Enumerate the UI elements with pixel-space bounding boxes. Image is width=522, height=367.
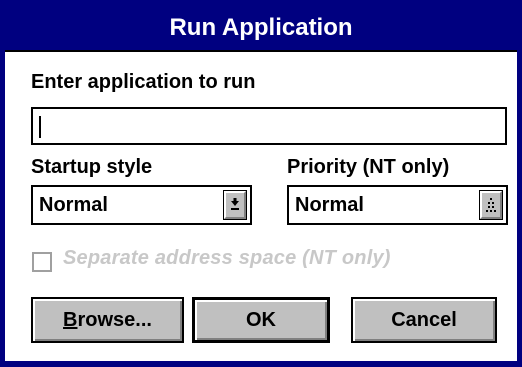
run-application-dialog: Run Application Enter application to run… [0, 0, 522, 367]
separate-address-checkbox[interactable] [32, 252, 52, 272]
spinner-dots-icon[interactable] [479, 190, 503, 220]
cancel-button[interactable]: Cancel [351, 297, 497, 343]
text-caret [39, 116, 41, 138]
startup-style-select[interactable]: Normal [31, 185, 252, 225]
startup-style-value: Normal [39, 193, 108, 216]
dropdown-arrow-icon[interactable] [223, 190, 247, 220]
title-bar[interactable]: Run Application [5, 5, 517, 52]
cancel-label: Cancel [391, 308, 457, 331]
separate-address-label: Separate address space (NT only) [63, 247, 391, 269]
browse-label: rowse... [77, 308, 152, 331]
application-input[interactable] [31, 107, 507, 145]
priority-select[interactable]: Normal [287, 185, 508, 225]
ok-label: OK [246, 308, 276, 331]
browse-mnemonic: B [63, 308, 78, 331]
priority-value: Normal [295, 193, 364, 216]
ok-button[interactable]: OK [192, 297, 330, 343]
dialog-body: Run Application Enter application to run… [5, 5, 517, 361]
application-label: Enter application to run [31, 71, 256, 93]
startup-style-label: Startup style [31, 156, 153, 178]
window-title: Run Application [169, 13, 353, 41]
browse-button[interactable]: Browse... [31, 297, 184, 343]
priority-label: Priority (NT only) [287, 156, 450, 178]
